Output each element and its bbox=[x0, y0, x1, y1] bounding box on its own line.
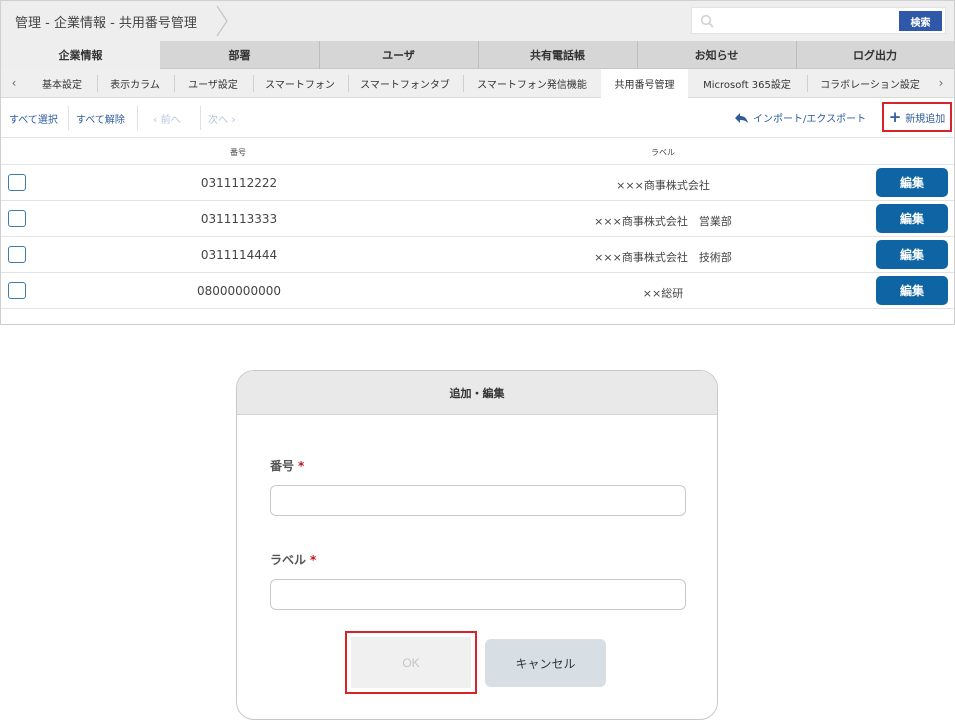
required-mark: * bbox=[310, 553, 317, 567]
search-button[interactable]: 検索 bbox=[899, 11, 942, 31]
next-label: 次へ bbox=[208, 115, 228, 126]
new-add-label: 新規追加 bbox=[905, 113, 946, 125]
label-label-text: ラベル bbox=[270, 553, 307, 567]
subtab-display-columns[interactable]: 表示カラム bbox=[99, 69, 171, 97]
subtab-divider bbox=[463, 75, 464, 92]
sub-tabs: ‹ 基本設定 表示カラム ユーザ設定 スマートフォン スマートフォンタブ スマー… bbox=[1, 69, 954, 98]
toolbar: すべて選択 すべて解除 ‹ 前へ 次へ › インポート/エクスポート + 新規追… bbox=[1, 98, 954, 138]
subtab-collaboration[interactable]: コラボレーション設定 bbox=[809, 69, 931, 97]
search-icon bbox=[700, 14, 714, 28]
row-number: 0311112222 bbox=[200, 176, 278, 190]
select-all-link[interactable]: すべて選択 bbox=[9, 111, 58, 126]
row-checkbox[interactable] bbox=[8, 174, 26, 191]
table-row: 0311112222 ×××商事株式会社 編集 bbox=[1, 165, 954, 201]
subtab-divider bbox=[807, 75, 808, 92]
tab-company-info[interactable]: 企業情報 bbox=[1, 41, 160, 69]
prev-label: 前へ bbox=[160, 115, 181, 126]
row-label: ×××商事株式会社 営業部 bbox=[594, 215, 732, 228]
subtab-smartphone[interactable]: スマートフォン bbox=[255, 69, 345, 97]
number-label-text: 番号 bbox=[270, 459, 295, 473]
dialog-title: 追加・編集 bbox=[237, 371, 717, 415]
tab-departments[interactable]: 部署 bbox=[160, 41, 319, 69]
table-row: 0311114444 ×××商事株式会社 技術部 編集 bbox=[1, 237, 954, 273]
tab-shared-phonebook[interactable]: 共有電話帳 bbox=[478, 41, 637, 69]
plus-icon: + bbox=[888, 107, 902, 126]
main-tabs: 企業情報 部署 ユーザ 共有電話帳 お知らせ ログ出力 bbox=[1, 41, 954, 69]
import-export-label: インポート/エクスポート bbox=[753, 114, 867, 125]
subtab-basic-settings[interactable]: 基本設定 bbox=[29, 69, 95, 97]
ok-button-highlight: OK bbox=[345, 631, 477, 694]
admin-panel: 管理 - 企業情報 - 共用番号管理 検索 企業情報 部署 ユーザ 共有電話帳 … bbox=[0, 0, 955, 325]
label-input[interactable] bbox=[270, 579, 686, 610]
subtab-microsoft-365[interactable]: Microsoft 365設定 bbox=[690, 69, 804, 97]
table-row: 0311113333 ×××商事株式会社 営業部 編集 bbox=[1, 201, 954, 237]
number-input[interactable] bbox=[270, 485, 686, 516]
row-number: 08000000000 bbox=[197, 284, 281, 298]
subtab-scroll-right-icon[interactable]: › bbox=[928, 69, 954, 97]
subtab-smartphone-calling[interactable]: スマートフォン発信機能 bbox=[465, 69, 599, 97]
table-header: 番号 ラベル bbox=[1, 139, 954, 165]
next-page-link[interactable]: 次へ › bbox=[208, 111, 236, 126]
row-checkbox[interactable] bbox=[8, 282, 26, 299]
subtab-user-settings[interactable]: ユーザ設定 bbox=[176, 69, 250, 97]
tab-log-output[interactable]: ログ出力 bbox=[796, 41, 954, 69]
column-header-number: 番号 bbox=[230, 148, 246, 157]
row-label: ××総研 bbox=[642, 287, 684, 300]
breadcrumb-chevron-icon bbox=[216, 5, 228, 37]
label-field-label: ラベル * bbox=[270, 551, 316, 568]
required-mark: * bbox=[298, 459, 305, 473]
subtab-divider bbox=[174, 75, 175, 92]
subtab-shared-number-management[interactable]: 共用番号管理 bbox=[601, 69, 688, 98]
subtab-smartphone-tab[interactable]: スマートフォンタブ bbox=[350, 69, 460, 97]
row-number: 0311114444 bbox=[200, 248, 278, 262]
reply-arrow-icon bbox=[735, 112, 748, 123]
tab-users[interactable]: ユーザ bbox=[319, 41, 478, 69]
subtab-scroll-left-icon[interactable]: ‹ bbox=[1, 69, 27, 97]
row-label: ×××商事株式会社 bbox=[616, 179, 710, 192]
subtab-divider bbox=[97, 75, 98, 92]
deselect-all-link[interactable]: すべて解除 bbox=[76, 111, 125, 126]
row-checkbox[interactable] bbox=[8, 246, 26, 263]
subtab-divider bbox=[348, 75, 349, 92]
prev-page-link[interactable]: ‹ 前へ bbox=[153, 111, 181, 126]
toolbar-divider bbox=[200, 106, 201, 130]
column-header-label: ラベル bbox=[651, 148, 675, 157]
row-label: ×××商事株式会社 技術部 bbox=[594, 251, 732, 264]
new-add-button[interactable]: + 新規追加 bbox=[882, 102, 952, 132]
header-bar: 管理 - 企業情報 - 共用番号管理 検索 bbox=[1, 1, 954, 41]
toolbar-divider bbox=[137, 106, 138, 130]
toolbar-divider bbox=[68, 106, 69, 130]
table-row: 08000000000 ××総研 編集 bbox=[1, 273, 954, 309]
add-edit-dialog: 追加・編集 番号 * ラベル * OK キャンセル bbox=[236, 370, 718, 720]
search-box: 検索 bbox=[691, 7, 946, 34]
tab-notices[interactable]: お知らせ bbox=[637, 41, 796, 69]
cancel-button[interactable]: キャンセル bbox=[485, 639, 606, 687]
breadcrumb: 管理 - 企業情報 - 共用番号管理 bbox=[15, 16, 197, 31]
import-export-link[interactable]: インポート/エクスポート bbox=[734, 110, 866, 125]
number-field-label: 番号 * bbox=[270, 457, 304, 474]
edit-button[interactable]: 編集 bbox=[876, 168, 948, 197]
subtab-divider bbox=[253, 75, 254, 92]
edit-button[interactable]: 編集 bbox=[876, 204, 948, 233]
row-checkbox[interactable] bbox=[8, 210, 26, 227]
edit-button[interactable]: 編集 bbox=[876, 276, 948, 305]
edit-button[interactable]: 編集 bbox=[876, 240, 948, 269]
chevron-left-icon: ‹ bbox=[153, 113, 158, 126]
ok-button[interactable]: OK bbox=[351, 637, 471, 688]
row-number: 0311113333 bbox=[200, 212, 278, 226]
chevron-right-icon: › bbox=[231, 113, 236, 126]
